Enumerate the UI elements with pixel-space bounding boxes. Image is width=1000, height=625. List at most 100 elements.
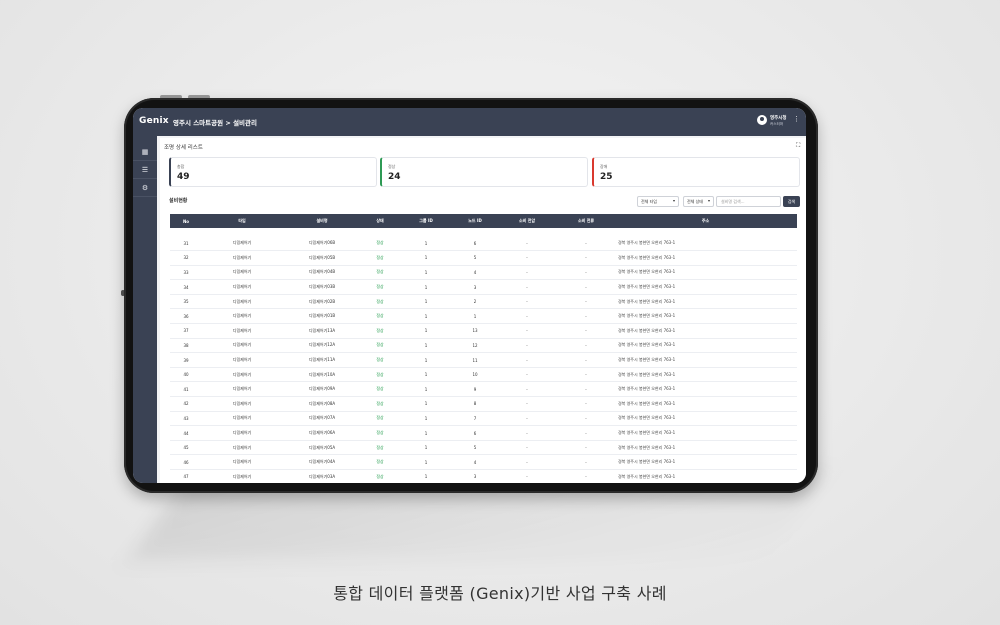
table-cell: - (526, 299, 528, 305)
table-row[interactable]: 43 디밍제어기 디밍제어기07A 정상 1 7 - - 경북 영주시 봉현면 오현리 763-… (170, 411, 797, 426)
search-button[interactable]: 검색 (783, 196, 800, 207)
table-cell: 46 (183, 459, 189, 465)
table-cell: 1 (424, 401, 428, 407)
table-cell: - (585, 284, 587, 290)
column-header[interactable]: 노드 ID (454, 214, 496, 228)
user-name[interactable]: 영주시청 (770, 115, 787, 121)
table-cell: 7 (473, 415, 477, 421)
stat-label: 장애 (600, 164, 608, 169)
table-cell: 경북 영주시 봉현면 오현리 763-1 (618, 313, 676, 319)
table-cell: 47 (183, 474, 189, 480)
table-cell: 12 (472, 342, 478, 348)
fullscreen-icon[interactable]: ⛶ (796, 142, 800, 150)
table-cell: 9 (473, 386, 477, 392)
table-cell: 경북 영주시 봉현면 오현리 763-1 (618, 400, 676, 406)
table-cell: - (585, 299, 587, 305)
sidebar-item-list[interactable]: ☰ (133, 162, 157, 179)
table-row[interactable]: 33 디밍제어기 디밍제어기04B 정상 1 4 - - 경북 영주시 봉현면 오현리 763-… (170, 265, 797, 280)
table-row[interactable]: 34 디밍제어기 디밍제어기03B 정상 1 3 - - 경북 영주시 봉현면 오현리 763-… (170, 280, 797, 295)
table-cell: 디밍제어기 (232, 459, 252, 465)
table-cell: - (526, 415, 528, 421)
table-cell: 1 (424, 342, 428, 348)
table-cell: 디밍제어기 (232, 400, 252, 406)
table-cell: 디밍제어기08A (308, 400, 336, 406)
user-avatar-icon[interactable] (757, 115, 767, 125)
table-row[interactable]: 46 디밍제어기 디밍제어기04A 정상 1 4 - - 경북 영주시 봉현면 오현리 763-… (170, 455, 797, 470)
table-cell: 1 (424, 372, 428, 378)
table-row[interactable]: 47 디밍제어기 디밍제어기03A 정상 1 3 - - 경북 영주시 봉현면 오현리 763-… (170, 470, 797, 484)
table-cell: 5 (473, 445, 477, 451)
page-caption: 통합 데이터 플랫폼 (Genix)기반 사업 구축 사례 (333, 584, 667, 603)
table-row[interactable]: 38 디밍제어기 디밍제어기12A 정상 1 12 - - 경북 영주시 봉현면 오현리 763… (170, 338, 797, 353)
more-menu-icon[interactable]: ⋮ (793, 116, 800, 123)
table-cell: 경북 영주시 봉현면 오현리 763-1 (618, 254, 676, 260)
table-row[interactable]: 42 디밍제어기 디밍제어기08A 정상 1 8 - - 경북 영주시 봉현면 오현리 763-… (170, 397, 797, 412)
table-cell: - (526, 474, 528, 480)
sidebar-item-settings[interactable]: ⚙ (133, 180, 157, 197)
table-cell: 디밍제어기12A (308, 342, 336, 348)
sidebar-item-dashboard[interactable]: ▦ (133, 144, 157, 161)
table-cell: - (526, 445, 528, 451)
table-row[interactable]: 36 디밍제어기 디밍제어기01B 정상 1 1 - - 경북 영주시 봉현면 오현리 763-… (170, 309, 797, 324)
table-cell: 디밍제어기 (232, 473, 252, 479)
column-header[interactable]: 그룹 ID (398, 214, 454, 228)
table-cell: 정상 (376, 298, 384, 304)
table-row[interactable]: 45 디밍제어기 디밍제어기05A 정상 1 5 - - 경북 영주시 봉현면 오현리 763-… (170, 440, 797, 455)
table-cell: - (585, 313, 587, 319)
type-select[interactable]: 전체 타입 ▾ (637, 196, 679, 207)
column-header[interactable]: 주소 (614, 214, 797, 228)
table-cell: 디밍제어기05A (308, 444, 336, 450)
table-cell: 디밍제어기13A (308, 327, 336, 333)
table-cell: 1 (424, 240, 428, 246)
table-cell: 디밍제어기06B (308, 240, 336, 246)
table-cell: 디밍제어기01B (308, 313, 336, 319)
table-spacer (170, 228, 797, 236)
table-row[interactable]: 40 디밍제어기 디밍제어기10A 정상 1 10 - - 경북 영주시 봉현면 오현리 763… (170, 367, 797, 382)
table-row[interactable]: 31 디밍제어기 디밍제어기06B 정상 1 6 - - 경북 영주시 봉현면 오현리 763-… (170, 236, 797, 251)
table-row[interactable]: 35 디밍제어기 디밍제어기02B 정상 1 2 - - 경북 영주시 봉현면 오현리 763-… (170, 294, 797, 309)
table-cell: 디밍제어기04A (308, 459, 336, 465)
column-header[interactable]: 타입 (202, 214, 282, 228)
table-cell: - (526, 328, 528, 334)
column-header[interactable]: 소비 전류 (558, 214, 614, 228)
column-header[interactable]: 상태 (362, 214, 398, 228)
type-select-value: 전체 타입 (641, 199, 657, 204)
table-cell: 경북 영주시 봉현면 오현리 763-1 (618, 357, 676, 363)
table-cell: 경북 영주시 봉현면 오현리 763-1 (618, 240, 676, 246)
table-cell: 1 (424, 386, 428, 392)
table-cell: 경북 영주시 봉현면 오현리 763-1 (618, 327, 676, 333)
user-role: 커스터머 (770, 122, 784, 126)
table-cell: 경북 영주시 봉현면 오현리 763-1 (618, 342, 676, 348)
table-cell: 42 (183, 401, 189, 407)
table-cell: 1 (424, 313, 428, 319)
table-row[interactable]: 37 디밍제어기 디밍제어기13A 정상 1 13 - - 경북 영주시 봉현면 오현리 763… (170, 324, 797, 339)
table-cell: - (585, 386, 587, 392)
dashboard-icon: ▦ (141, 148, 149, 156)
table-cell: 디밍제어기03B (308, 284, 336, 290)
table-cell: - (585, 255, 587, 261)
chevron-down-icon: ▾ (672, 198, 675, 203)
stat-card-normal: 정상 24 (380, 157, 588, 187)
search-input[interactable]: 설비명 검색... (716, 196, 781, 207)
table-cell: 정상 (376, 371, 384, 377)
app-logo[interactable]: Genix (139, 116, 169, 126)
table-cell: 1 (424, 299, 428, 305)
column-header[interactable]: 설비명 (282, 214, 362, 228)
table-row[interactable]: 41 디밍제어기 디밍제어기09A 정상 1 9 - - 경북 영주시 봉현면 오현리 763-… (170, 382, 797, 397)
table-row[interactable]: 44 디밍제어기 디밍제어기06A 정상 1 6 - - 경북 영주시 봉현면 오현리 763-… (170, 426, 797, 441)
table-cell: 1 (424, 474, 428, 480)
chevron-down-icon: ▾ (707, 198, 710, 203)
table-cell: - (526, 430, 528, 436)
column-header[interactable]: No (170, 214, 202, 228)
stat-label: 정상 (388, 164, 396, 169)
column-header[interactable]: 소비 전압 (496, 214, 558, 228)
table-row[interactable]: 39 디밍제어기 디밍제어기11A 정상 1 11- - 경북 영주시 봉현면 오현리 763… (170, 353, 797, 368)
table-cell: 디밍제어기04B (308, 269, 336, 275)
table-cell: 디밍제어기09A (308, 386, 336, 392)
table-cell: 1 (424, 430, 428, 436)
table-row[interactable]: 32 디밍제어기 디밍제어기05B 정상 1 5 - - 경북 영주시 봉현면 오현리 763-… (170, 251, 797, 266)
stat-value: 49 (177, 172, 190, 182)
status-select[interactable]: 전체 상태 ▾ (683, 196, 714, 207)
table-cell: 11 (472, 357, 478, 363)
table-cell: - (585, 445, 587, 451)
